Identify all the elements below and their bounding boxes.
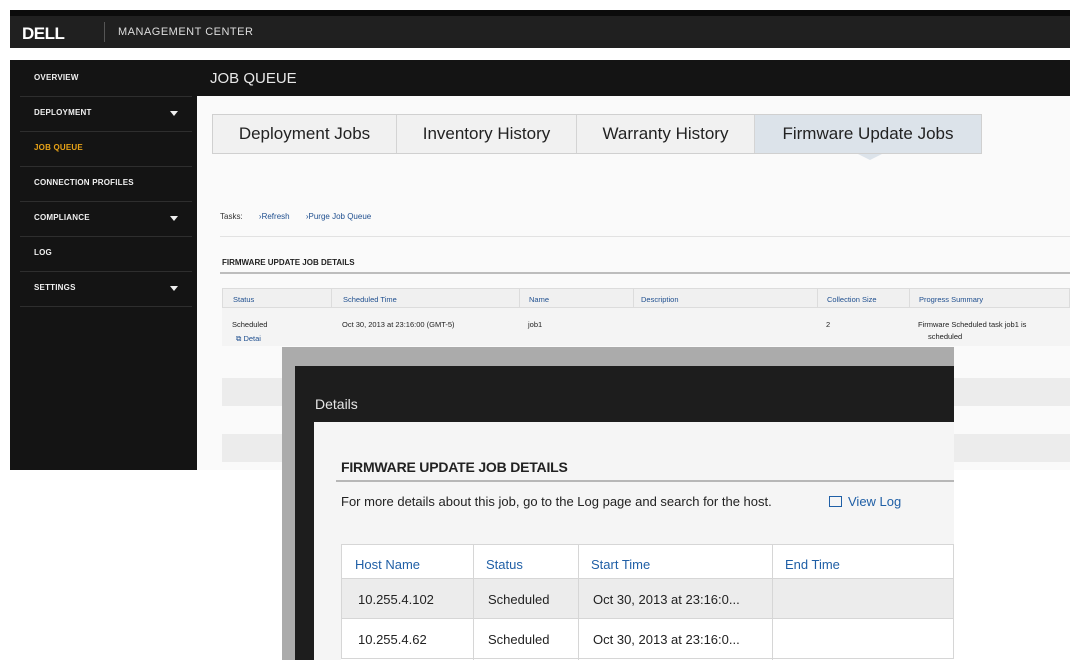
column-header-name[interactable]: Name — [529, 295, 549, 304]
details-link[interactable]: ⧉ Detai — [236, 334, 261, 344]
tab-deployment-jobs[interactable]: Deployment Jobs — [213, 115, 397, 153]
sidebar-item-label: OVERVIEW — [34, 73, 79, 82]
sidebar-item-label: JOB QUEUE — [34, 143, 83, 152]
host-status: Scheduled — [488, 592, 550, 607]
sidebar-item-overview[interactable]: OVERVIEW — [20, 62, 192, 97]
section-title: FIRMWARE UPDATE JOB DETAILS — [222, 258, 355, 267]
column-divider — [473, 544, 474, 660]
sidebar-item-label: SETTINGS — [34, 283, 76, 292]
job-status: Scheduled — [232, 320, 268, 329]
column-divider — [633, 289, 634, 309]
job-collection-size: 2 — [826, 320, 831, 329]
table-header-row: Host Name Status Start Time End Time — [341, 544, 954, 579]
column-header-status[interactable]: Status — [486, 557, 523, 572]
dell-logo: DELL — [22, 24, 65, 43]
column-divider — [331, 289, 332, 309]
host-status: Scheduled — [488, 632, 550, 647]
column-divider — [578, 544, 579, 660]
column-header-description[interactable]: Description — [641, 295, 679, 304]
sidebar-item-job-queue[interactable]: JOB QUEUE — [20, 132, 192, 167]
dialog-note: For more details about this job, go to t… — [341, 494, 772, 509]
sidebar-item-label: LOG — [34, 248, 52, 257]
column-header-start-time[interactable]: Start Time — [591, 557, 650, 572]
sidebar-item-compliance[interactable]: COMPLIANCE — [20, 202, 192, 237]
job-name: job1 — [528, 320, 543, 329]
dialog-section-title: FIRMWARE UPDATE JOB DETAILS — [341, 459, 568, 475]
tasks-label: Tasks: — [220, 212, 243, 221]
job-progress-summary: Firmware Scheduled task job1 is — [918, 320, 1027, 329]
product-name: MANAGEMENT CENTER — [118, 26, 254, 38]
logo-divider — [104, 22, 105, 42]
column-divider — [519, 289, 520, 309]
popout-icon — [829, 496, 842, 507]
tasks-bar: Tasks: Refresh Purge Job Queue — [220, 212, 371, 221]
top-bar: DELL MANAGEMENT CENTER — [10, 10, 1070, 48]
page-title: JOB QUEUE — [210, 70, 297, 87]
divider — [220, 272, 1070, 274]
column-header-collection-size[interactable]: Collection Size — [827, 295, 877, 304]
caret-down-icon[interactable] — [170, 111, 178, 116]
view-log-link[interactable]: View Log — [829, 494, 901, 509]
purge-job-queue-link[interactable]: Purge Job Queue — [306, 212, 371, 221]
sidebar-item-label: COMPLIANCE — [34, 213, 90, 222]
caret-down-icon[interactable] — [170, 216, 178, 221]
tab-warranty-history[interactable]: Warranty History — [577, 115, 755, 153]
job-scheduled-time: Oct 30, 2013 at 23:16:00 (GMT-5) — [342, 320, 455, 329]
sidebar-item-label: CONNECTION PROFILES — [34, 178, 134, 187]
sidebar-item-settings[interactable]: SETTINGS — [20, 272, 192, 307]
sidebar-item-connection-profiles[interactable]: CONNECTION PROFILES — [20, 167, 192, 202]
tab-inventory-history[interactable]: Inventory History — [397, 115, 577, 153]
host-name: 10.255.4.102 — [358, 592, 434, 607]
column-header-scheduled-time[interactable]: Scheduled Time — [343, 295, 397, 304]
divider — [336, 480, 954, 482]
table-header-row: Status Scheduled Time Name Description C… — [222, 288, 1070, 309]
column-divider — [817, 289, 818, 309]
table-row[interactable]: 10.255.4.62 Scheduled Oct 30, 2013 at 23… — [341, 619, 954, 659]
dialog-title: Details — [315, 396, 358, 412]
sidebar: OVERVIEW DEPLOYMENT JOB QUEUE CONNECTION… — [20, 62, 192, 470]
column-header-end-time[interactable]: End Time — [785, 557, 840, 572]
tab-firmware-update-jobs[interactable]: Firmware Update Jobs — [755, 115, 981, 153]
column-header-progress-summary[interactable]: Progress Summary — [919, 295, 983, 304]
caret-down-icon[interactable] — [170, 286, 178, 291]
sidebar-item-log[interactable]: LOG — [20, 237, 192, 272]
column-divider — [772, 544, 773, 660]
job-progress-summary-cont: scheduled — [928, 332, 963, 341]
refresh-link[interactable]: Refresh — [259, 212, 290, 221]
host-start-time: Oct 30, 2013 at 23:16:0... — [593, 632, 740, 647]
column-header-host-name[interactable]: Host Name — [355, 557, 420, 572]
sidebar-item-deployment[interactable]: DEPLOYMENT — [20, 97, 192, 132]
selected-tab-pointer — [858, 154, 882, 160]
divider — [220, 236, 1070, 237]
sidebar-item-label: DEPLOYMENT — [34, 108, 92, 117]
column-divider — [909, 289, 910, 309]
table-row[interactable]: 10.255.4.102 Scheduled Oct 30, 2013 at 2… — [341, 579, 954, 619]
tab-bar: Deployment Jobs Inventory History Warran… — [212, 114, 982, 154]
host-name: 10.255.4.62 — [358, 632, 427, 647]
host-table: Host Name Status Start Time End Time 10.… — [341, 544, 954, 660]
host-start-time: Oct 30, 2013 at 23:16:0... — [593, 592, 740, 607]
column-header-status[interactable]: Status — [233, 295, 254, 304]
